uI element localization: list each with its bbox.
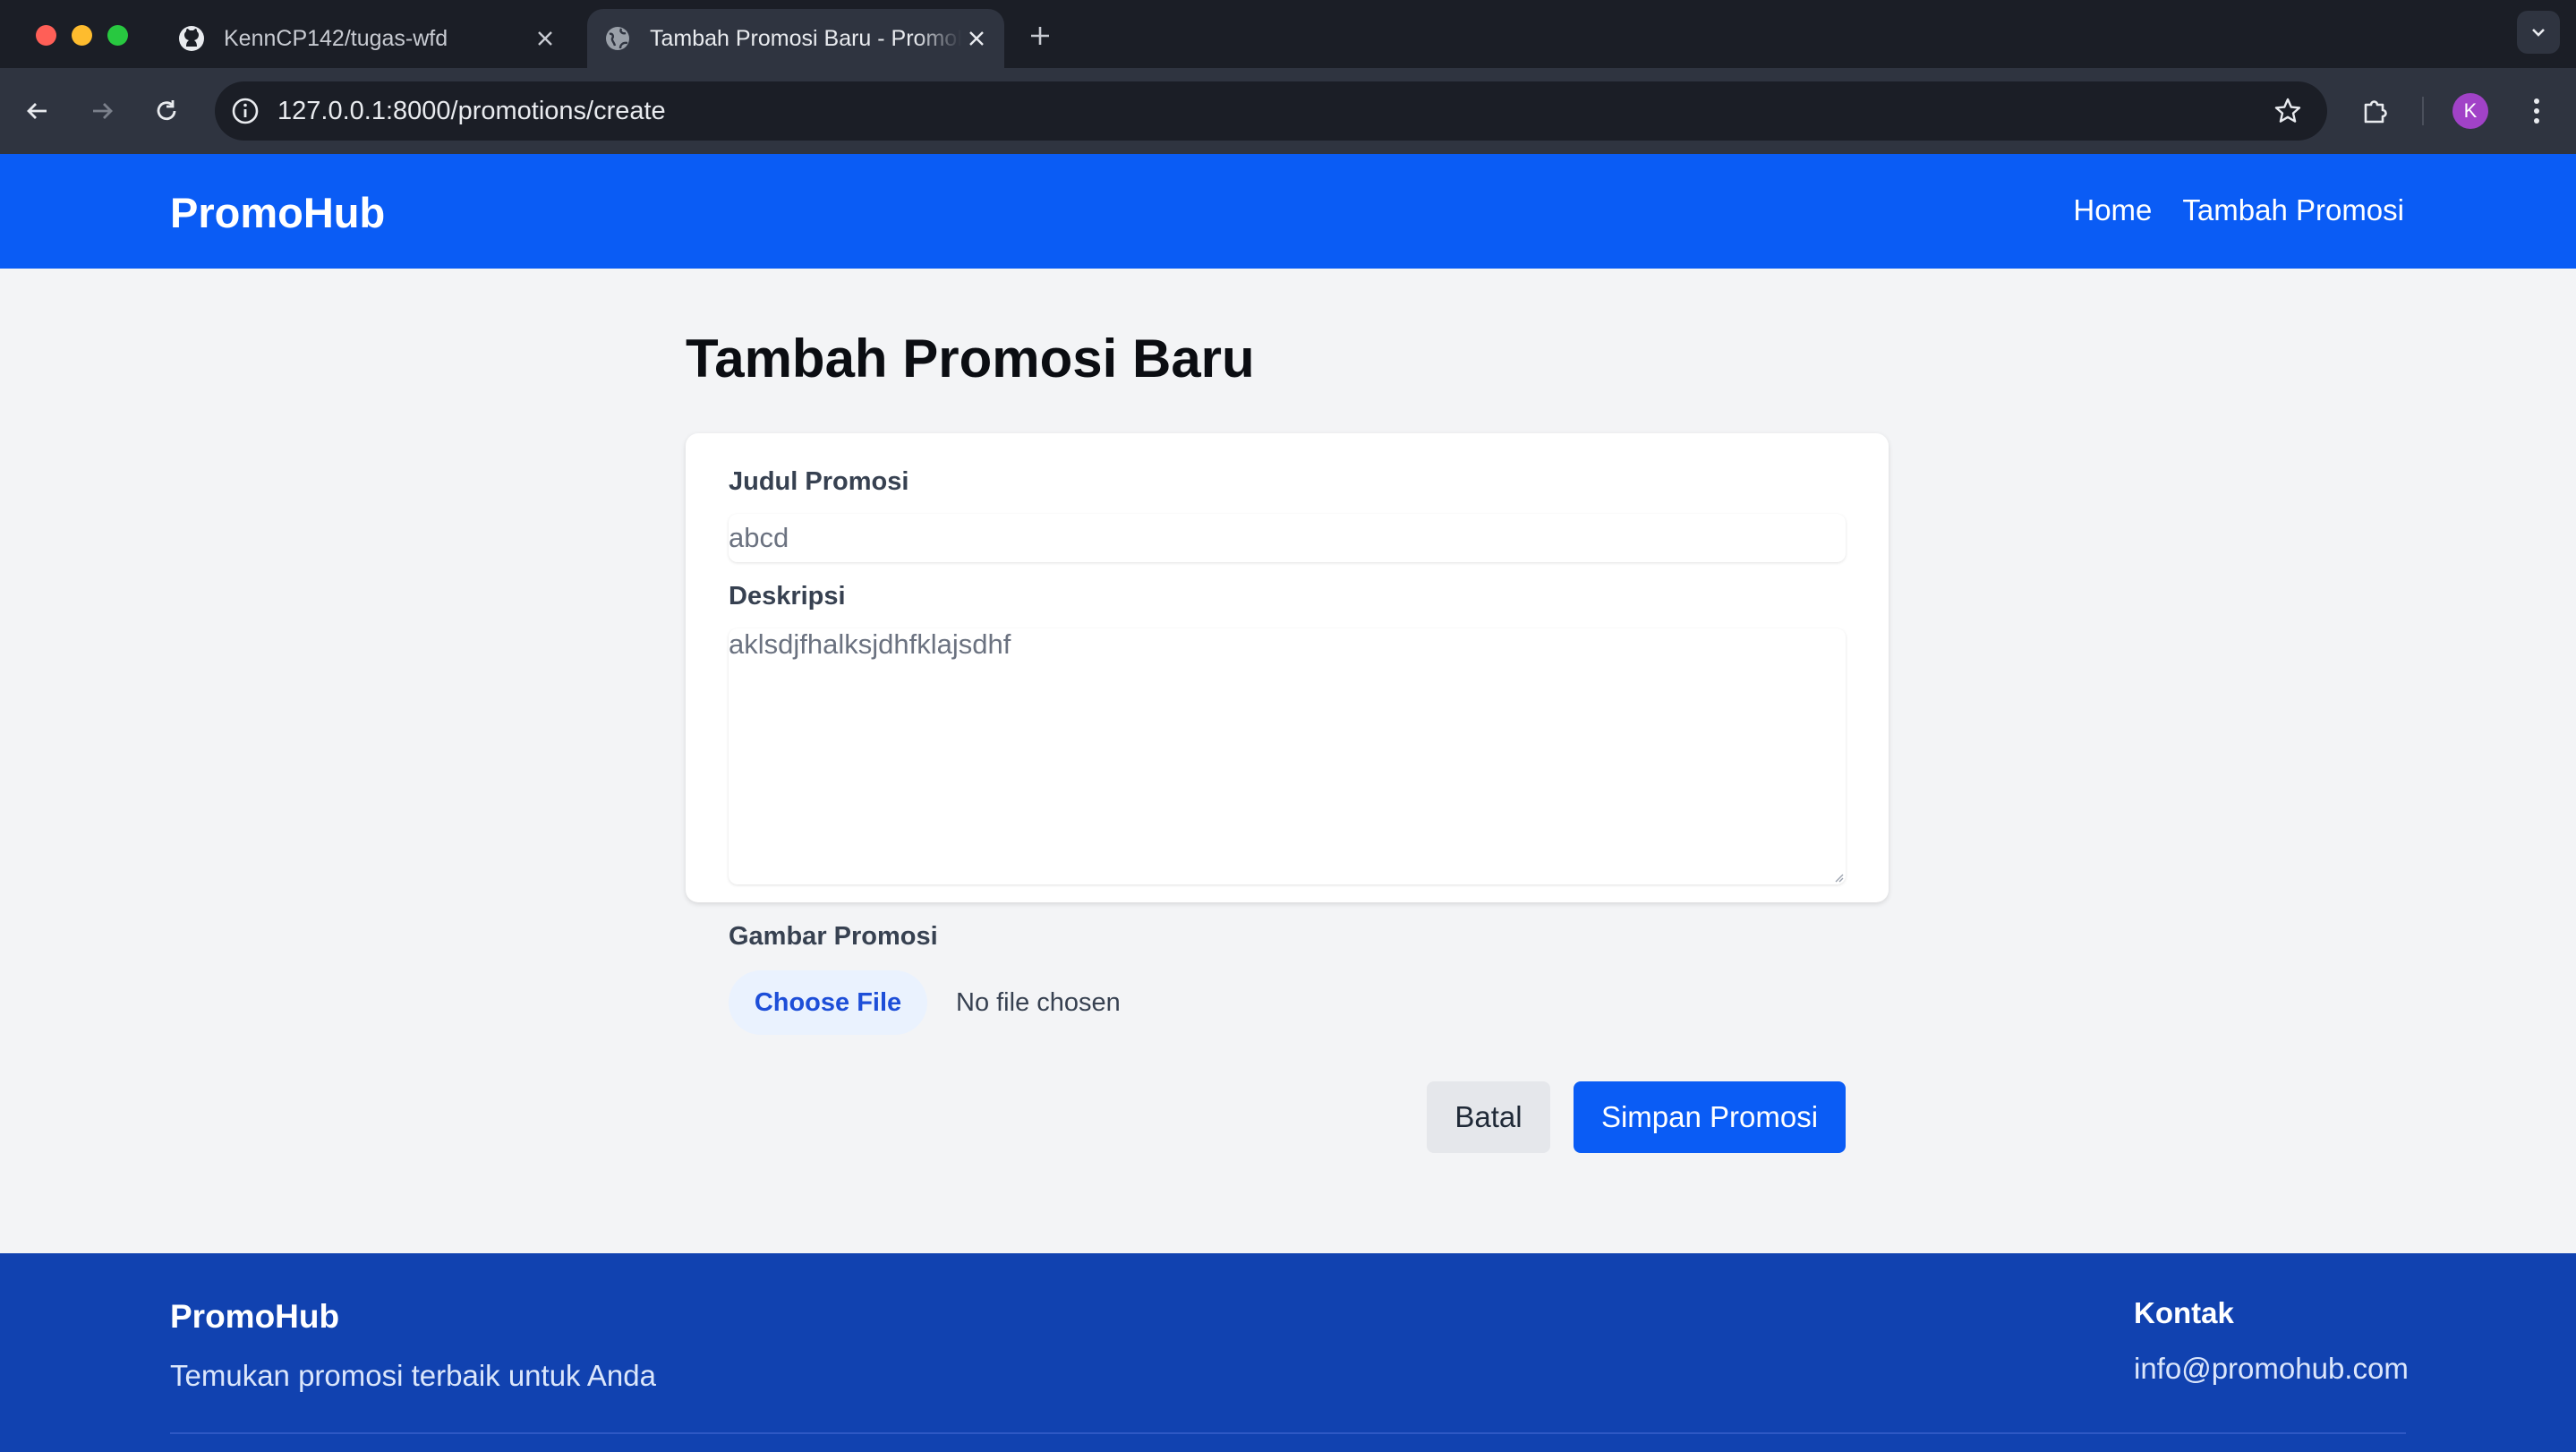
maximize-window-button[interactable] [107, 25, 128, 46]
site-footer: PromoHub Temukan promosi terbaik untuk A… [0, 1253, 2576, 1452]
tab-title: KennCP142/tugas-wfd [224, 25, 448, 51]
browser-menu-button[interactable] [2517, 91, 2556, 131]
main-nav: Home Tambah Promosi [2073, 193, 2404, 227]
chevron-down-icon [2532, 29, 2545, 37]
footer-divider [170, 1432, 2406, 1434]
site-logo[interactable]: PromoHub [170, 188, 385, 237]
plus-icon [1031, 27, 1049, 45]
reload-icon [157, 100, 176, 121]
browser-tab-strip: KennCP142/tugas-wfd Tambah Promosi Baru … [0, 0, 2576, 68]
github-icon [177, 24, 206, 53]
browser-toolbar: 127.0.0.1:8000/promotions/create K [0, 68, 2576, 154]
footer-email[interactable]: info@promohub.com [2134, 1352, 2409, 1386]
page-title: Tambah Promosi Baru [686, 329, 1255, 389]
bookmark-star-icon[interactable] [2268, 91, 2307, 131]
choose-file-button[interactable]: Choose File [729, 970, 927, 1035]
puzzle-icon [2364, 100, 2387, 124]
cancel-button[interactable]: Batal [1427, 1081, 1550, 1153]
title-input[interactable] [729, 514, 1846, 562]
nav-home-link[interactable]: Home [2073, 193, 2152, 227]
url-text[interactable]: 127.0.0.1:8000/promotions/create [277, 97, 2268, 126]
site-header: PromoHub Home Tambah Promosi [0, 154, 2576, 269]
profile-avatar[interactable]: K [2452, 93, 2488, 129]
save-promo-button[interactable]: Simpan Promosi [1574, 1081, 1846, 1153]
tab-search-button[interactable] [2517, 11, 2560, 54]
promo-form-card: Judul Promosi Deskripsi aklsdjfhalksjdhf… [686, 433, 1889, 1153]
close-window-button[interactable] [36, 25, 56, 46]
extensions-button[interactable] [2356, 91, 2395, 131]
toolbar-divider [2422, 97, 2424, 125]
tab-tambah-promosi[interactable]: Tambah Promosi Baru - PromoHub [587, 9, 1004, 68]
tab-github[interactable]: KennCP142/tugas-wfd [161, 9, 573, 68]
footer-contact-heading: Kontak [2134, 1296, 2234, 1329]
kebab-menu-icon [2534, 98, 2539, 124]
page-content: PromoHub Home Tambah Promosi Tambah Prom… [0, 154, 2576, 1452]
info-icon[interactable] [227, 93, 263, 129]
forward-button[interactable] [82, 91, 122, 131]
resize-handle-icon[interactable] [1833, 872, 1844, 883]
reload-button[interactable] [147, 91, 186, 131]
file-status-text: No file chosen [956, 987, 1121, 1017]
footer-brand: PromoHub [170, 1298, 340, 1335]
close-icon[interactable] [530, 23, 560, 54]
tab-title: Tambah Promosi Baru - PromoHub [650, 25, 961, 51]
footer-tagline: Temukan promosi terbaik untuk Anda [170, 1359, 656, 1392]
arrow-right-icon [93, 103, 113, 119]
minimize-window-button[interactable] [72, 25, 92, 46]
close-icon[interactable] [961, 23, 992, 54]
image-label: Gambar Promosi [729, 922, 938, 951]
globe-icon [603, 24, 632, 53]
title-label: Judul Promosi [729, 467, 909, 496]
new-tab-button[interactable] [1022, 18, 1058, 54]
file-input: Choose File No file chosen [729, 970, 1121, 1035]
address-bar[interactable]: 127.0.0.1:8000/promotions/create [215, 81, 2327, 141]
description-label: Deskripsi [729, 582, 846, 611]
nav-tambah-promosi-link[interactable]: Tambah Promosi [2182, 193, 2404, 227]
description-textarea[interactable]: aklsdjfhalksjdhfklajsdhf [729, 628, 1846, 884]
arrow-left-icon [27, 103, 47, 119]
back-button[interactable] [18, 91, 57, 131]
